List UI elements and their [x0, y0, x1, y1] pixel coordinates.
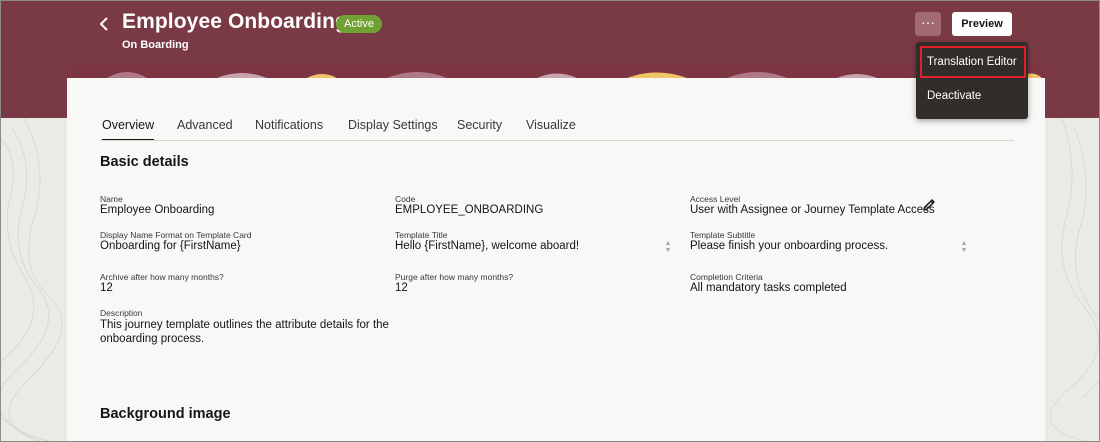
scroll-arrows-icon[interactable]: ▲ ▼ [960, 240, 968, 254]
purge-after-label: Purge after how many months? [395, 272, 514, 282]
purge-after-value: 12 [395, 282, 408, 294]
chevron-left-icon [99, 17, 108, 31]
completion-criteria-label: Completion Criteria [690, 272, 763, 282]
tab-advanced[interactable]: Advanced [177, 118, 233, 132]
preview-button[interactable]: Preview [952, 12, 1012, 36]
template-title-value: Hello {FirstName}, welcome aboard! [395, 240, 580, 252]
tab-notifications[interactable]: Notifications [255, 118, 323, 132]
pencil-icon [923, 199, 935, 211]
more-actions-button[interactable]: ··· [915, 12, 941, 36]
more-actions-menu: Translation Editor Deactivate [916, 42, 1028, 119]
display-name-format-value: Onboarding for {FirstName} [100, 240, 241, 252]
tab-divider [100, 140, 1014, 141]
banner-image [67, 66, 1045, 78]
description-label: Description [100, 308, 143, 318]
tab-overview[interactable]: Overview [102, 118, 154, 132]
access-level-value: User with Assignee or Journey Template A… [690, 204, 935, 216]
template-details-card: Overview Advanced Notifications Display … [67, 78, 1045, 442]
status-badge: Active [336, 15, 382, 33]
name-label: Name [100, 194, 123, 204]
archive-after-value: 12 [100, 282, 113, 294]
code-value: EMPLOYEE_ONBOARDING [395, 204, 544, 216]
section-title-basic-details: Basic details [100, 154, 189, 170]
page-title: Employee Onboarding [122, 10, 348, 33]
display-name-format-label: Display Name Format on Template Card [100, 230, 252, 240]
name-value: Employee Onboarding [100, 204, 215, 216]
tab-display-settings[interactable]: Display Settings [348, 118, 438, 132]
completion-criteria-value: All mandatory tasks completed [690, 282, 847, 294]
tab-visualize[interactable]: Visualize [526, 118, 576, 132]
description-value: This journey template outlines the attri… [100, 319, 389, 345]
page-subtitle: On Boarding [122, 39, 189, 51]
ellipsis-icon: ··· [921, 14, 935, 30]
scroll-arrows-icon[interactable]: ▲ ▼ [664, 240, 672, 254]
access-level-label: Access Level [690, 194, 741, 204]
archive-after-label: Archive after how many months? [100, 272, 224, 282]
template-title-label: Template Title [395, 230, 448, 240]
code-label: Code [395, 194, 416, 204]
edit-button[interactable] [921, 197, 937, 213]
template-subtitle-value: Please finish your onboarding process. [690, 240, 889, 252]
back-button[interactable] [96, 14, 114, 34]
template-subtitle-label: Template Subtitle [690, 230, 756, 240]
menu-item-translation-editor[interactable]: Translation Editor [916, 47, 1028, 77]
tab-security[interactable]: Security [457, 118, 502, 132]
section-title-background-image: Background image [100, 406, 231, 422]
menu-item-deactivate[interactable]: Deactivate [916, 81, 1028, 111]
